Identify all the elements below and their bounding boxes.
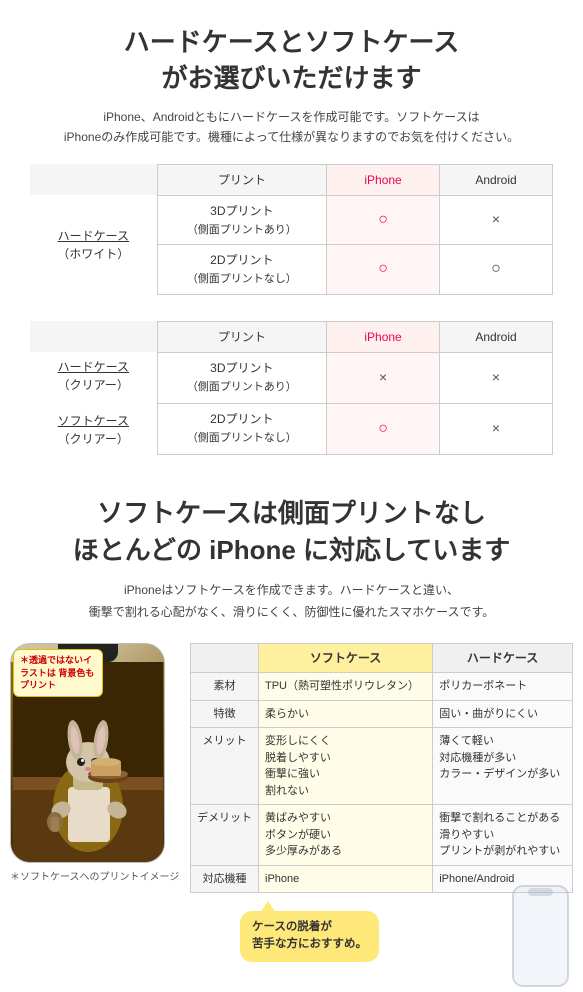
bottom-content: ＊透過ではないイラストは 背景色もプリント ＊ソフトケースへのプリントイメージ …	[0, 633, 583, 972]
table-row: ハードケース（クリアー） ソフトケース（クリアー） 3Dプリント（側面プリントあ…	[30, 352, 553, 403]
compare-hard-material: ポリカーボネート	[433, 673, 573, 701]
clear-phone-area	[508, 884, 573, 992]
compare-label-demerit: デメリット	[191, 805, 259, 866]
table2-print-2d: 2Dプリント（側面プリントなし）	[157, 403, 326, 454]
compare-soft-device: iPhone	[259, 865, 433, 893]
table2: プリント iPhone Android ハードケース（クリアー） ソフトケース（…	[30, 321, 553, 455]
second-section: ソフトケースは側面プリントなし ほとんどの iPhone に対応しています iP…	[0, 475, 583, 634]
phone-mockup: ＊透過ではないイラストは 背景色もプリント	[10, 643, 165, 863]
top-section: ハードケースとソフトケース がお選びいただけます iPhone、Androidと…	[0, 0, 583, 164]
table1-print-3d: 3Dプリント（側面プリントあり）	[157, 195, 326, 245]
table1-iphone-2d: ○	[327, 245, 440, 295]
phone-image-area: ＊透過ではないイラストは 背景色もプリント ＊ソフトケースへのプリントイメージ	[10, 643, 180, 962]
annotation-bubble: ＊透過ではないイラストは 背景色もプリント	[13, 649, 103, 697]
top-subtitle: iPhone、Androidともにハードケースを作成可能です。ソフトケースは i…	[20, 107, 563, 148]
compare-corner	[191, 644, 259, 673]
speech-area: ケースの脱着が 苦手な方におすすめ。	[190, 903, 573, 962]
compare-soft-header: ソフトケース	[259, 644, 433, 673]
second-title: ソフトケースは側面プリントなし ほとんどの iPhone に対応しています	[20, 495, 563, 570]
compare-row-merit: メリット 変形しにくく脱着しやすい衝撃に強い割れない 薄くて軽い対応機種が多いカ…	[191, 728, 573, 805]
table1-label: ハードケース（ホワイト）	[30, 195, 157, 294]
table2-android-3d: ×	[440, 352, 553, 403]
table2-label-hard: ハードケース（クリアー） ソフトケース（クリアー）	[30, 352, 157, 454]
table2-corner	[30, 321, 157, 352]
compare-table-wrap: ソフトケース ハードケース 素材 TPU（熱可塑性ポリウレタン） ポリカーボネー…	[190, 643, 573, 962]
table1-iphone-3d: ○	[327, 195, 440, 245]
compare-hard-header: ハードケース	[433, 644, 573, 673]
bottom-area: ＊透過ではないイラストは 背景色もプリント ＊ソフトケースへのプリントイメージ …	[0, 633, 583, 972]
compare-label-merit: メリット	[191, 728, 259, 805]
table1-print-2d: 2Dプリント（側面プリントなし）	[157, 245, 326, 295]
table1-col-android: Android	[440, 164, 553, 195]
table2-iphone-2d: ○	[327, 403, 440, 454]
compare-hard-demerit: 衝撃で割れることがある滑りやすいプリントが剥がれやすい	[433, 805, 573, 866]
table1-container: プリント iPhone Android ハードケース（ホワイト） 3Dプリント（…	[0, 164, 583, 475]
table-row: ハードケース（ホワイト） 3Dプリント（側面プリントあり） ○ ×	[30, 195, 553, 245]
compare-table: ソフトケース ハードケース 素材 TPU（熱可塑性ポリウレタン） ポリカーボネー…	[190, 643, 573, 893]
compare-hard-feature: 固い・曲がりにくい	[433, 700, 573, 728]
clear-phone-icon	[508, 884, 573, 989]
table1-col-print: プリント	[157, 164, 326, 195]
table2-col-iphone: iPhone	[327, 321, 440, 352]
speech-bubble: ケースの脱着が 苦手な方におすすめ。	[240, 911, 379, 962]
compare-soft-demerit: 黄ばみやすいボタンが硬い多少厚みがある	[259, 805, 433, 866]
table2-android-2d: ×	[440, 403, 553, 454]
speech-bubble-wrap: ケースの脱着が 苦手な方におすすめ。	[240, 911, 379, 962]
compare-label-feature: 特徴	[191, 700, 259, 728]
table1-android-2d: ○	[440, 245, 553, 295]
compare-hard-merit: 薄くて軽い対応機種が多いカラー・デザインが多い	[433, 728, 573, 805]
compare-row-feature: 特徴 柔らかい 固い・曲がりにくい	[191, 700, 573, 728]
table1-corner	[30, 164, 157, 195]
table2-col-android: Android	[440, 321, 553, 352]
compare-label-device: 対応機種	[191, 865, 259, 893]
bottom-label: ＊ソフトケースへのプリントイメージ	[10, 868, 180, 883]
table1-col-iphone: iPhone	[327, 164, 440, 195]
table1-android-3d: ×	[440, 195, 553, 245]
second-subtitle: iPhoneはソフトケースを作成できます。ハードケースと違い、 衝撃で割れる心配…	[20, 580, 563, 623]
table1: プリント iPhone Android ハードケース（ホワイト） 3Dプリント（…	[30, 164, 553, 295]
compare-soft-feature: 柔らかい	[259, 700, 433, 728]
compare-row-demerit: デメリット 黄ばみやすいボタンが硬い多少厚みがある 衝撃で割れることがある滑りや…	[191, 805, 573, 866]
compare-soft-merit: 変形しにくく脱着しやすい衝撃に強い割れない	[259, 728, 433, 805]
table2-col-print: プリント	[157, 321, 326, 352]
compare-row-material: 素材 TPU（熱可塑性ポリウレタン） ポリカーボネート	[191, 673, 573, 701]
table2-print-3d: 3Dプリント（側面プリントあり）	[157, 352, 326, 403]
compare-label-material: 素材	[191, 673, 259, 701]
main-title: ハードケースとソフトケース がお選びいただけます	[20, 24, 563, 97]
compare-soft-material: TPU（熱可塑性ポリウレタン）	[259, 673, 433, 701]
table2-iphone-3d: ×	[327, 352, 440, 403]
